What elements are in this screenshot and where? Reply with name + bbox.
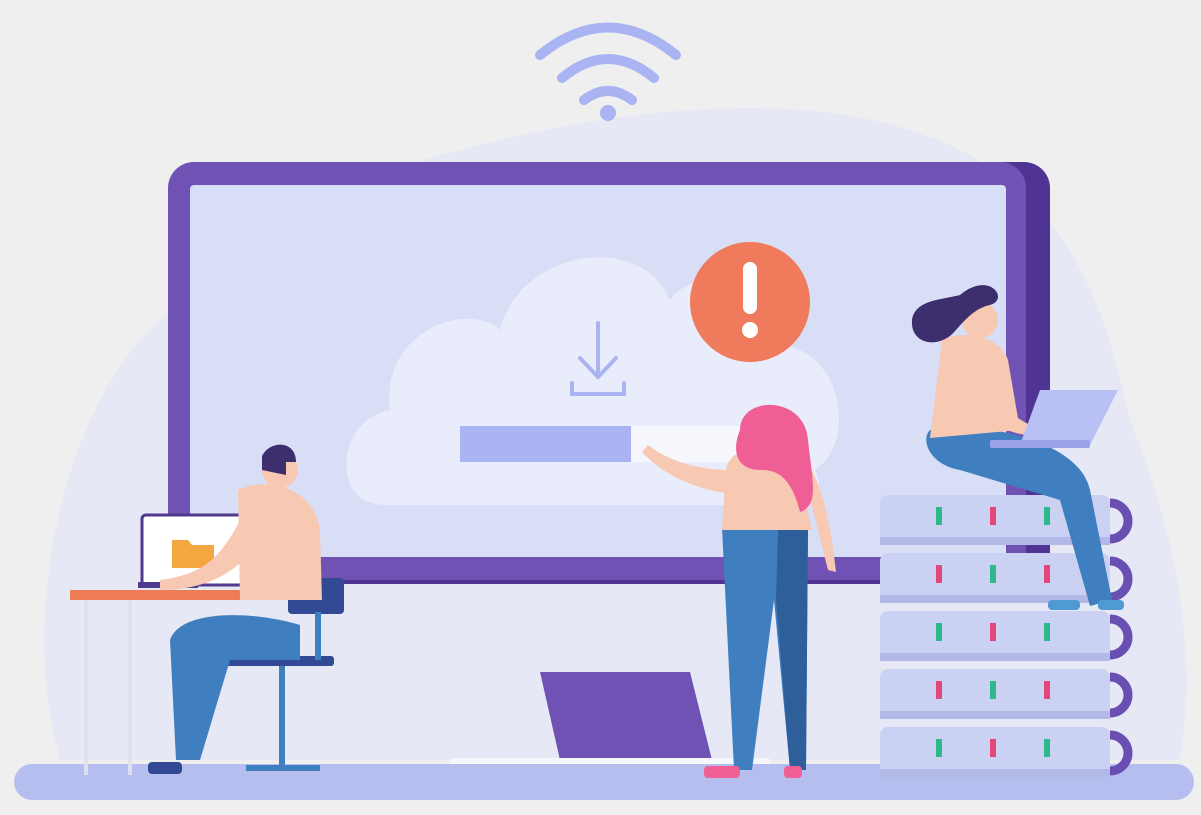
server-led [1044,507,1050,525]
server-led [936,507,942,525]
server-led [990,565,996,583]
server-led [936,565,942,583]
server-led [990,681,996,699]
monitor-stand [540,672,712,760]
progress-bar [460,426,745,462]
server-led [936,739,942,757]
cloud-download-error-illustration [14,22,1194,800]
server-led [1044,739,1050,757]
server-led [990,739,996,757]
server-led [1044,565,1050,583]
desk-top [70,590,250,600]
progress-fill [460,426,631,462]
server-led [936,681,942,699]
server-led [1044,681,1050,699]
wifi-icon [535,22,681,121]
server-led [1044,623,1050,641]
server-unit [880,611,1133,661]
server-unit [880,727,1133,777]
server-led [990,507,996,525]
server-led [936,623,942,641]
server-unit [880,669,1133,719]
alert-icon [690,242,810,362]
server-led [990,623,996,641]
